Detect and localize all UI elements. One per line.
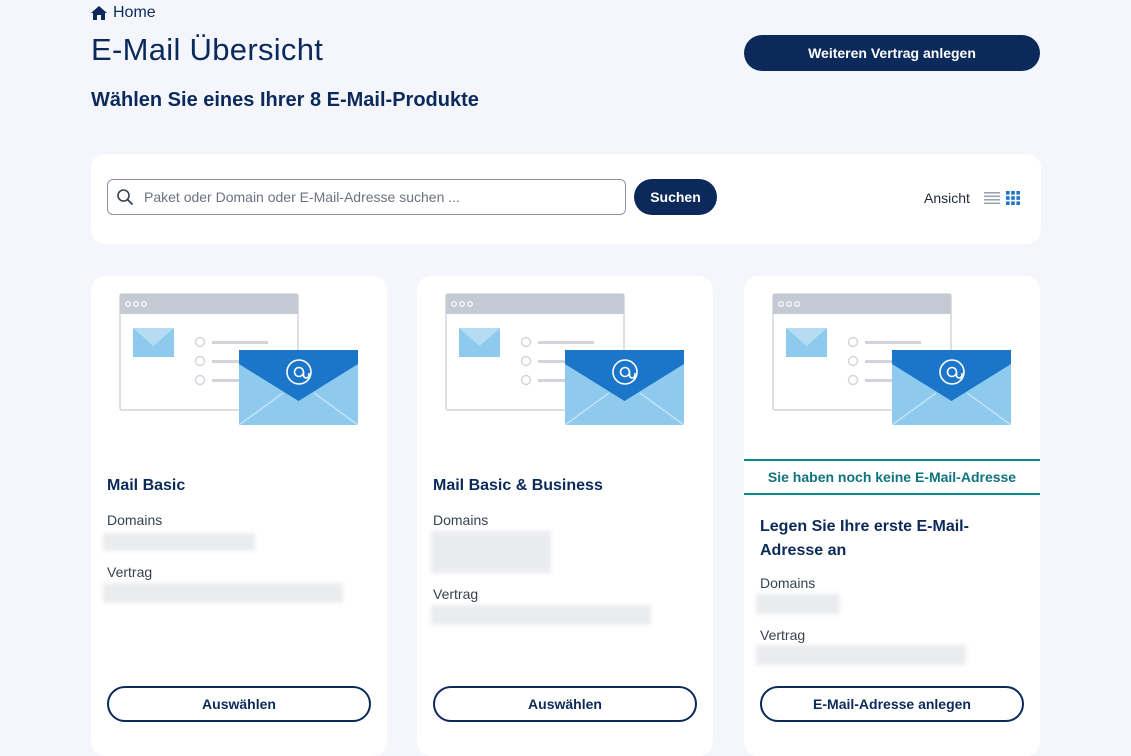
redacted-contract (431, 605, 651, 625)
envelope-icon (238, 350, 359, 426)
domains-label: Domains (433, 512, 489, 528)
contract-label: Vertrag (760, 627, 806, 643)
contract-label: Vertrag (107, 564, 153, 580)
create-email-button[interactable]: E-Mail-Adresse anlegen (760, 686, 1024, 722)
search-panel: Suchen Ansicht (91, 154, 1041, 244)
envelope-icon (564, 350, 685, 426)
domains-label: Domains (107, 512, 163, 528)
redacted-contract (756, 645, 966, 665)
card-title: Mail Basic & Business (433, 477, 603, 494)
domains-label: Domains (760, 575, 816, 591)
breadcrumb[interactable]: Home (91, 4, 156, 22)
mail-illustration (772, 293, 1012, 426)
select-button[interactable]: Auswählen (107, 686, 371, 722)
product-card: Mail Basic Domains Vertrag Auswählen (91, 276, 387, 756)
mail-illustration (119, 293, 359, 426)
new-contract-button[interactable]: Weiteren Vertrag anlegen (744, 35, 1040, 71)
view-label: Ansicht (924, 190, 970, 206)
grid-view-icon[interactable] (1006, 191, 1020, 205)
redacted-domain (103, 533, 255, 551)
redacted-domain (431, 531, 551, 573)
product-card: Mail Basic & Business Domains Vertrag Au… (417, 276, 713, 756)
envelope-icon (891, 350, 1012, 426)
envelope-icon (133, 328, 174, 357)
list-view-icon[interactable] (984, 191, 1000, 205)
card-title: Mail Basic (107, 477, 186, 494)
search-input[interactable] (142, 188, 616, 206)
page-subtitle: Wählen Sie eines Ihrer 8 E-Mail-Produkte (91, 89, 479, 111)
search-button[interactable]: Suchen (634, 179, 717, 215)
breadcrumb-home-link[interactable]: Home (113, 4, 156, 22)
select-button[interactable]: Auswählen (433, 686, 697, 722)
envelope-icon (786, 328, 827, 357)
contract-label: Vertrag (433, 586, 479, 602)
page-title: E-Mail Übersicht (91, 32, 324, 67)
redacted-contract (103, 583, 343, 603)
redacted-domain (756, 594, 840, 614)
mail-illustration (445, 293, 685, 426)
search-icon (117, 189, 133, 205)
no-email-notice: Sie haben noch keine E-Mail-Adresse (744, 459, 1040, 495)
home-icon (91, 6, 107, 20)
product-card: Sie haben noch keine E-Mail-Adresse Lege… (744, 276, 1040, 756)
search-field[interactable] (107, 179, 626, 215)
envelope-icon (459, 328, 500, 357)
card-title: Legen Sie Ihre erste E-Mail-Adresse an (760, 518, 969, 559)
